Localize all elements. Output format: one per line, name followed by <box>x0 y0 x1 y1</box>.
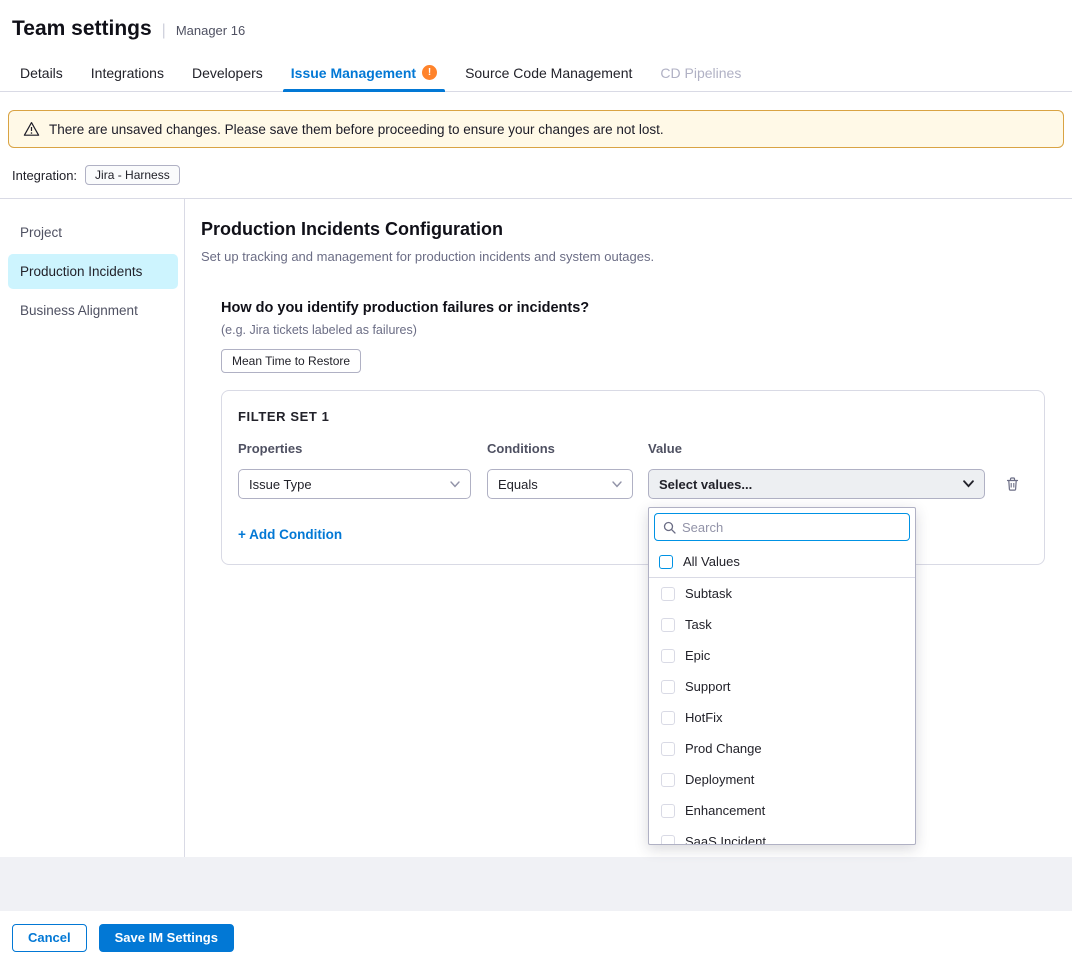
page-subtitle: Manager 16 <box>176 23 245 38</box>
checkbox[interactable] <box>661 649 675 663</box>
option-label: All Values <box>683 554 740 569</box>
footer-actions: Cancel Save IM Settings <box>0 911 1072 956</box>
tab-details[interactable]: Details <box>6 54 77 91</box>
page-title: Team settings <box>12 17 152 41</box>
option-label: SaaS Incident <box>685 834 766 845</box>
checkbox[interactable] <box>661 835 675 846</box>
tab-bar: Details Integrations Developers Issue Ma… <box>0 54 1072 92</box>
value-select-wrapper: Select values... <box>648 469 985 499</box>
page-header: Team settings | Manager 16 <box>0 0 1072 54</box>
delete-filter-row-button[interactable] <box>1005 476 1020 492</box>
sidebar-item-project[interactable]: Project <box>8 215 178 250</box>
integration-label: Integration: <box>12 168 77 183</box>
properties-column-label: Properties <box>238 441 471 456</box>
option-label: Deployment <box>685 772 754 787</box>
question-hint: (e.g. Jira tickets labeled as failures) <box>221 323 1045 337</box>
tab-cd-pipelines: CD Pipelines <box>646 54 755 91</box>
option-task[interactable]: Task <box>649 609 915 640</box>
option-label: Enhancement <box>685 803 765 818</box>
condition-select-value: Equals <box>498 477 538 492</box>
metric-tag-mean-time-to-restore[interactable]: Mean Time to Restore <box>221 349 361 373</box>
option-all-values[interactable]: All Values <box>649 546 915 578</box>
option-saas-incident[interactable]: SaaS Incident <box>649 826 915 845</box>
filter-set-title: FILTER SET 1 <box>238 409 1028 424</box>
warning-icon <box>23 121 40 137</box>
checkbox[interactable] <box>661 773 675 787</box>
dropdown-search-input[interactable] <box>682 520 901 535</box>
value-dropdown-panel: All Values Subtask Task Epic Support Hot… <box>648 507 916 845</box>
checkbox[interactable] <box>661 804 675 818</box>
option-label: Epic <box>685 648 710 663</box>
sidebar-item-business-alignment[interactable]: Business Alignment <box>8 293 178 328</box>
tab-issue-management[interactable]: Issue Management ! <box>277 54 451 91</box>
tab-source-code-management[interactable]: Source Code Management <box>451 54 646 91</box>
checkbox[interactable] <box>661 587 675 601</box>
option-hotfix[interactable]: HotFix <box>649 702 915 733</box>
property-select[interactable]: Issue Type <box>238 469 471 499</box>
chevron-down-icon <box>450 481 460 488</box>
integration-chip[interactable]: Jira - Harness <box>85 165 180 185</box>
value-column-label: Value <box>648 441 985 456</box>
option-enhancement[interactable]: Enhancement <box>649 795 915 826</box>
unsaved-changes-badge-icon: ! <box>422 65 437 80</box>
question-heading: How do you identify production failures … <box>221 300 1045 316</box>
cancel-button[interactable]: Cancel <box>12 924 87 952</box>
conditions-column-label: Conditions <box>487 441 633 456</box>
option-epic[interactable]: Epic <box>649 640 915 671</box>
tab-developers[interactable]: Developers <box>178 54 277 91</box>
option-label: Prod Change <box>685 741 762 756</box>
chevron-down-icon <box>612 481 622 488</box>
property-select-value: Issue Type <box>249 477 312 492</box>
save-im-settings-button[interactable]: Save IM Settings <box>99 924 234 952</box>
settings-sidebar: Project Production Incidents Business Al… <box>0 199 185 857</box>
option-prod-change[interactable]: Prod Change <box>649 733 915 764</box>
tab-integrations[interactable]: Integrations <box>77 54 178 91</box>
main-panel: Production Incidents Configuration Set u… <box>185 199 1072 857</box>
option-deployment[interactable]: Deployment <box>649 764 915 795</box>
option-label: Subtask <box>685 586 732 601</box>
checkbox[interactable] <box>661 618 675 632</box>
filter-column-labels: Properties Conditions Value <box>238 441 1028 456</box>
trash-icon <box>1005 476 1020 492</box>
unsaved-changes-banner: There are unsaved changes. Please save t… <box>8 110 1064 148</box>
banner-text: There are unsaved changes. Please save t… <box>49 122 664 137</box>
condition-select[interactable]: Equals <box>487 469 633 499</box>
filter-row: Issue Type Equals Select values... <box>238 469 1028 499</box>
integration-row: Integration: Jira - Harness <box>0 156 1072 198</box>
filter-set-1: FILTER SET 1 Properties Conditions Value… <box>221 390 1045 565</box>
checkbox[interactable] <box>661 742 675 756</box>
checkbox[interactable] <box>661 680 675 694</box>
option-support[interactable]: Support <box>649 671 915 702</box>
title-separator: | <box>162 22 166 40</box>
checkbox-all-values[interactable] <box>659 555 673 569</box>
option-label: Task <box>685 617 712 632</box>
chevron-down-icon <box>963 480 974 488</box>
sidebar-item-production-incidents[interactable]: Production Incidents <box>8 254 178 289</box>
dropdown-search-box <box>654 513 910 541</box>
footer-divider-strip <box>0 857 1072 911</box>
content-area: Project Production Incidents Business Al… <box>0 198 1072 857</box>
search-icon <box>663 521 676 534</box>
section-title: Production Incidents Configuration <box>201 219 1065 240</box>
incidents-config-card: How do you identify production failures … <box>201 280 1065 565</box>
option-subtask[interactable]: Subtask <box>649 578 915 609</box>
option-label: Support <box>685 679 731 694</box>
option-label: HotFix <box>685 710 723 725</box>
value-multiselect[interactable]: Select values... <box>648 469 985 499</box>
checkbox[interactable] <box>661 711 675 725</box>
value-select-placeholder: Select values... <box>659 477 752 492</box>
section-subtitle: Set up tracking and management for produ… <box>201 249 1065 264</box>
add-condition-button[interactable]: + Add Condition <box>238 527 342 542</box>
